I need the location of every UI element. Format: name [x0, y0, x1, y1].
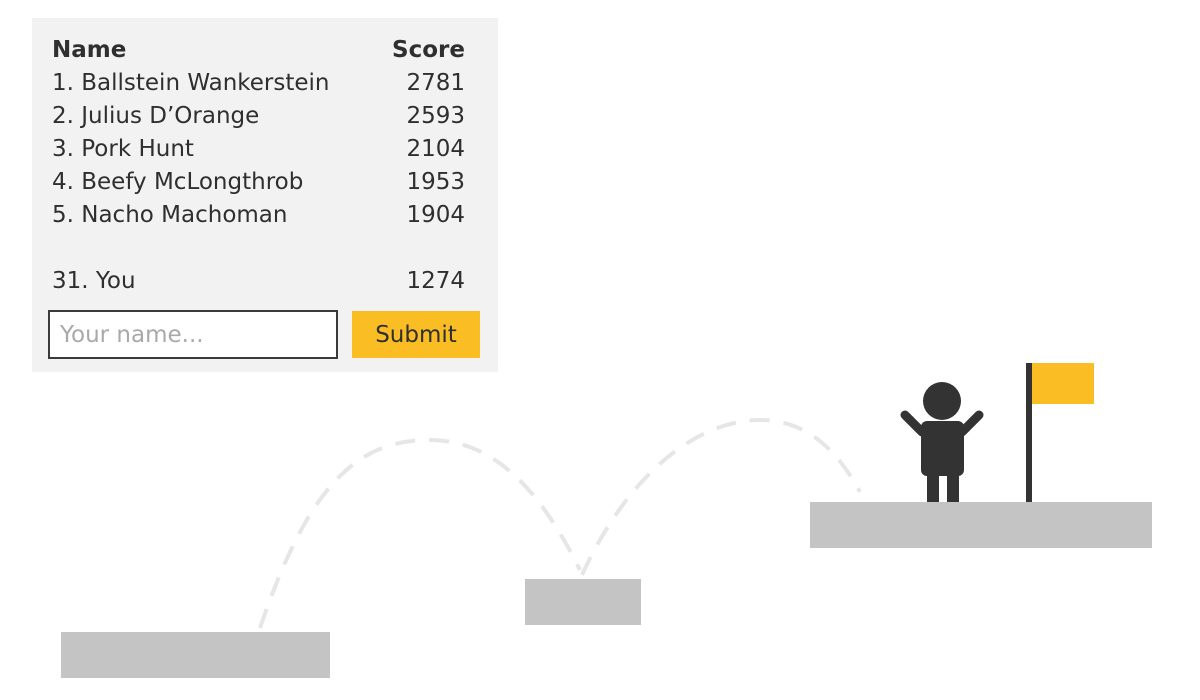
player-name: 1. Ballstein Wankerstein [52, 70, 330, 96]
player-name: 2. Julius D’Orange [52, 103, 260, 129]
leaderboard-row: 3. Pork Hunt 2104 [52, 133, 465, 166]
goal-flag-icon [1026, 363, 1094, 502]
score-column-header: Score [392, 37, 465, 63]
player-name: 5. Nacho Machoman [52, 202, 288, 228]
player-character-icon [900, 382, 984, 502]
player-score: 1904 [406, 202, 465, 228]
player-name: 4. Beefy McLongthrob [52, 169, 304, 195]
jump-trajectory-2 [580, 417, 862, 576]
name-column-header: Name [52, 37, 127, 63]
submit-button[interactable]: Submit [352, 311, 480, 358]
leaderboard-table: Name Score 1. Ballstein Wankerstein 2781… [52, 34, 465, 298]
platform-goal [810, 502, 1152, 548]
player-name: 3. Pork Hunt [52, 136, 194, 162]
current-player-row: 31. You 1274 [52, 265, 465, 298]
leaderboard-spacer [52, 232, 465, 265]
player-score: 2593 [406, 103, 465, 129]
leaderboard-row: 5. Nacho Machoman 1904 [52, 199, 465, 232]
leaderboard-row: 4. Beefy McLongthrob 1953 [52, 166, 465, 199]
platform-middle [525, 579, 641, 625]
leaderboard-panel: Name Score 1. Ballstein Wankerstein 2781… [32, 18, 498, 372]
player-score: 2104 [406, 136, 465, 162]
leaderboard-header: Name Score [52, 34, 465, 67]
player-name-input[interactable] [48, 310, 338, 359]
player-score: 1953 [406, 169, 465, 195]
jump-trajectory-1 [258, 437, 582, 629]
platform-start [61, 632, 330, 678]
leaderboard-row: 2. Julius D’Orange 2593 [52, 100, 465, 133]
player-score: 2781 [406, 70, 465, 96]
current-player-rank-name: 31. You [52, 268, 136, 294]
current-player-score: 1274 [406, 268, 465, 294]
leaderboard-row: 1. Ballstein Wankerstein 2781 [52, 67, 465, 100]
